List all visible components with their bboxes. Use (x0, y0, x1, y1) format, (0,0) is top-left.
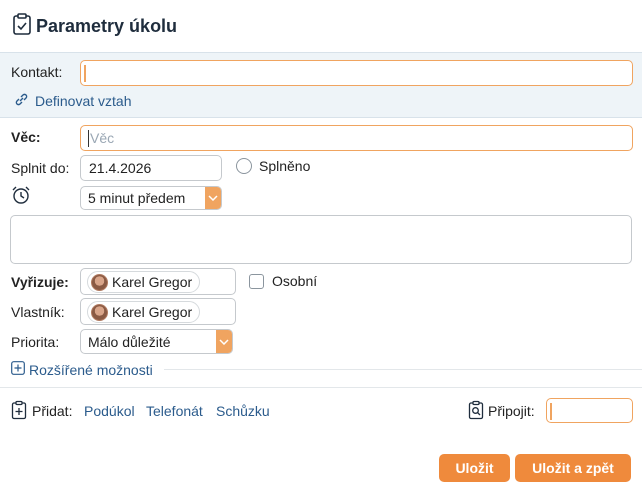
advanced-options-toggle[interactable]: Rozšířené možnosti (11, 361, 153, 378)
link-icon (14, 92, 29, 110)
done-label: Splněno (259, 158, 311, 174)
attach-label: Připojit: (488, 403, 535, 419)
clipboard-search-icon (468, 400, 484, 423)
done-radio[interactable]: Splněno (236, 158, 310, 174)
reminder-select[interactable]: 5 minut předem (80, 186, 222, 210)
clipboard-check-icon (12, 12, 32, 41)
assignee-field[interactable]: Karel Gregor (80, 268, 236, 295)
assignee-name: Karel Gregor (112, 274, 193, 290)
owner-chip[interactable]: Karel Gregor (87, 301, 201, 323)
divider (164, 369, 642, 370)
define-relation-link[interactable]: Definovat vztah (14, 92, 132, 110)
done-radio-circle[interactable] (236, 158, 252, 174)
chevron-down-icon (205, 187, 221, 209)
assignee-label: Vyřizuje: (11, 274, 69, 290)
page-title: Parametry úkolu (36, 15, 178, 36)
subject-input[interactable]: Věc (80, 125, 633, 151)
subject-label: Věc: (11, 129, 41, 145)
private-label: Osobní (272, 273, 318, 289)
priority-value: Málo důležité (88, 334, 171, 350)
chevron-down-icon (216, 330, 232, 353)
add-subtask-link[interactable]: Podúkol (84, 403, 135, 419)
due-date-value: 21.4.2026 (89, 160, 152, 176)
define-relation-label: Definovat vztah (35, 93, 132, 109)
advanced-options-label: Rozšířené možnosti (29, 361, 153, 378)
avatar (91, 273, 108, 291)
assignee-chip[interactable]: Karel Gregor (87, 271, 201, 293)
attach-input[interactable] (546, 398, 633, 423)
plus-square-icon (11, 361, 25, 378)
reminder-value: 5 minut předem (88, 190, 186, 206)
owner-field[interactable]: Karel Gregor (80, 298, 236, 325)
priority-select[interactable]: Málo důležité (80, 329, 233, 354)
add-meeting-link[interactable]: Schůzku (216, 403, 270, 419)
subject-placeholder: Věc (90, 130, 115, 146)
save-and-back-button[interactable]: Uložit a zpět (515, 454, 631, 482)
save-button[interactable]: Uložit (439, 454, 510, 482)
due-date-input[interactable]: 21.4.2026 (80, 155, 222, 181)
clipboard-plus-icon (11, 400, 27, 423)
divider (0, 387, 642, 388)
private-checkbox[interactable]: Osobní (249, 273, 317, 289)
private-checkbox-box[interactable] (249, 273, 264, 289)
alarm-clock-icon (11, 185, 31, 208)
owner-name: Karel Gregor (112, 304, 193, 320)
add-call-link[interactable]: Telefonát (146, 403, 203, 419)
add-label: Přidat: (32, 403, 73, 419)
avatar (91, 303, 108, 321)
due-label: Splnit do: (11, 160, 70, 176)
priority-label: Priorita: (11, 334, 60, 350)
contact-input[interactable] (80, 60, 633, 86)
notes-textarea[interactable] (10, 215, 632, 264)
contact-label: Kontakt: (11, 64, 63, 80)
dialog-title: Parametry úkolu (12, 12, 177, 40)
owner-label: Vlastník: (11, 304, 65, 320)
